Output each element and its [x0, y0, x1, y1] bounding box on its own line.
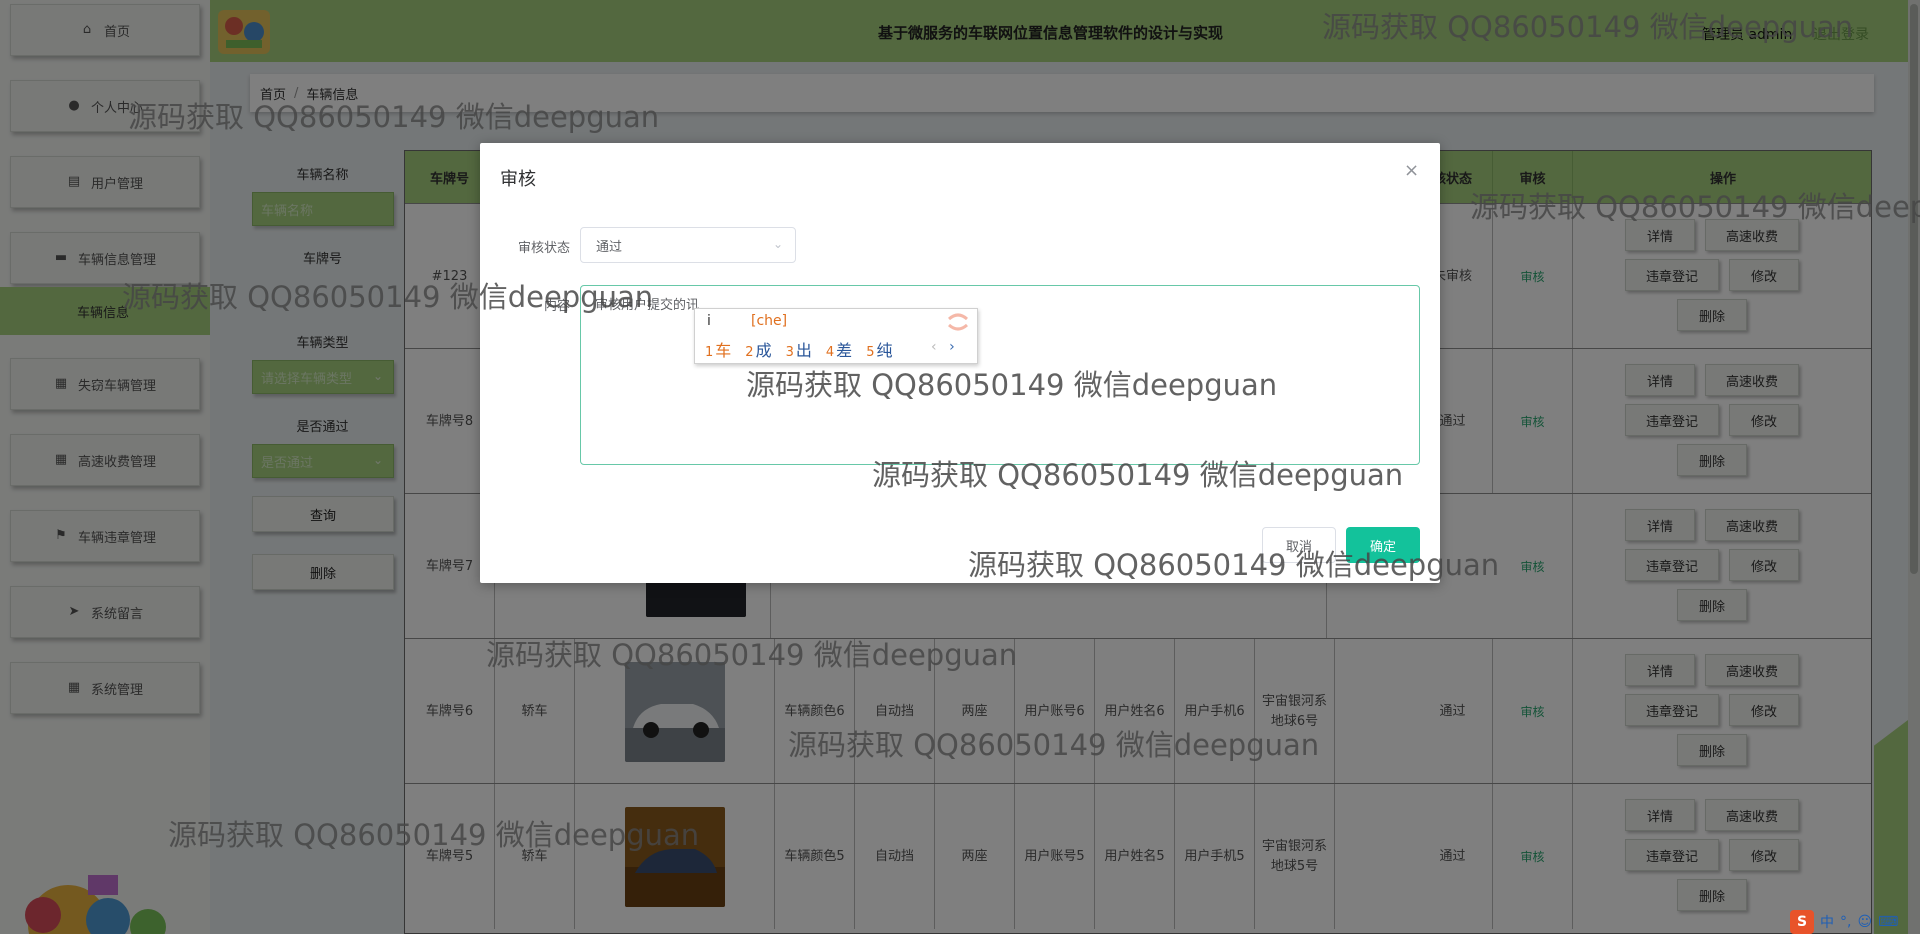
watermark-text: 源码获取 QQ86050149 微信deepguan [122, 280, 654, 314]
review-status-value: 通过 [596, 239, 623, 255]
watermark-text: 源码获取 QQ86050149 微信deepguan [486, 638, 1018, 672]
ime-candidate[interactable]: 4差 [826, 337, 852, 361]
emoji-icon[interactable]: ☺ [1857, 914, 1872, 930]
keyboard-icon[interactable]: ⌨ [1878, 914, 1898, 930]
watermark-text: 源码获取 QQ86050149 微信deepguan [968, 548, 1500, 582]
ime-prev-page[interactable]: ‹ [931, 339, 937, 355]
dialog-title: 审核 [500, 169, 536, 190]
ime-language-indicator[interactable]: 中 [1820, 912, 1834, 932]
chevron-down-icon: ⌄ [772, 237, 783, 251]
sogou-logo-icon [948, 313, 968, 331]
ime-page-nav: ‹ › [931, 339, 955, 355]
system-tray: S 中 °, ☺ ⌨ [1790, 910, 1920, 934]
ime-candidate[interactable]: 5纯 [866, 337, 892, 361]
ime-candidate[interactable]: 1车 [705, 337, 731, 361]
watermark-text: 源码获取 QQ86050149 微信deep [1470, 190, 1920, 224]
review-status-select[interactable]: 通过 ⌄ [580, 227, 796, 263]
sogou-ime-icon[interactable]: S [1790, 910, 1814, 934]
watermark-text: 源码获取 QQ86050149 微信deepguan [168, 818, 700, 852]
ime-next-page[interactable]: › [949, 339, 955, 355]
ime-candidate[interactable]: 2成 [745, 337, 771, 361]
review-status-label: 审核状态 [517, 241, 570, 256]
watermark-text: 源码获取 QQ86050149 微信deepguan [872, 458, 1404, 492]
close-icon[interactable]: × [1404, 160, 1419, 181]
watermark-text: 源码获取 QQ86050149 微信deepguan [128, 100, 660, 134]
punctuation-mode-icon[interactable]: °, [1840, 914, 1851, 930]
ime-candidates: 1车 2成 3出 4差 5纯 [705, 337, 892, 361]
ime-composition: i [707, 313, 711, 329]
watermark-text: 源码获取 QQ86050149 微信deepguan [1322, 10, 1854, 44]
watermark-text: 源码获取 QQ86050149 微信deepguan [788, 728, 1320, 762]
ime-candidate[interactable]: 3出 [786, 337, 812, 361]
ime-pinyin: [che] [751, 313, 788, 329]
ime-candidate-popup: i [che] 1车 2成 3出 4差 5纯 ‹ › [694, 308, 978, 364]
watermark-text: 源码获取 QQ86050149 微信deepguan [746, 368, 1278, 402]
